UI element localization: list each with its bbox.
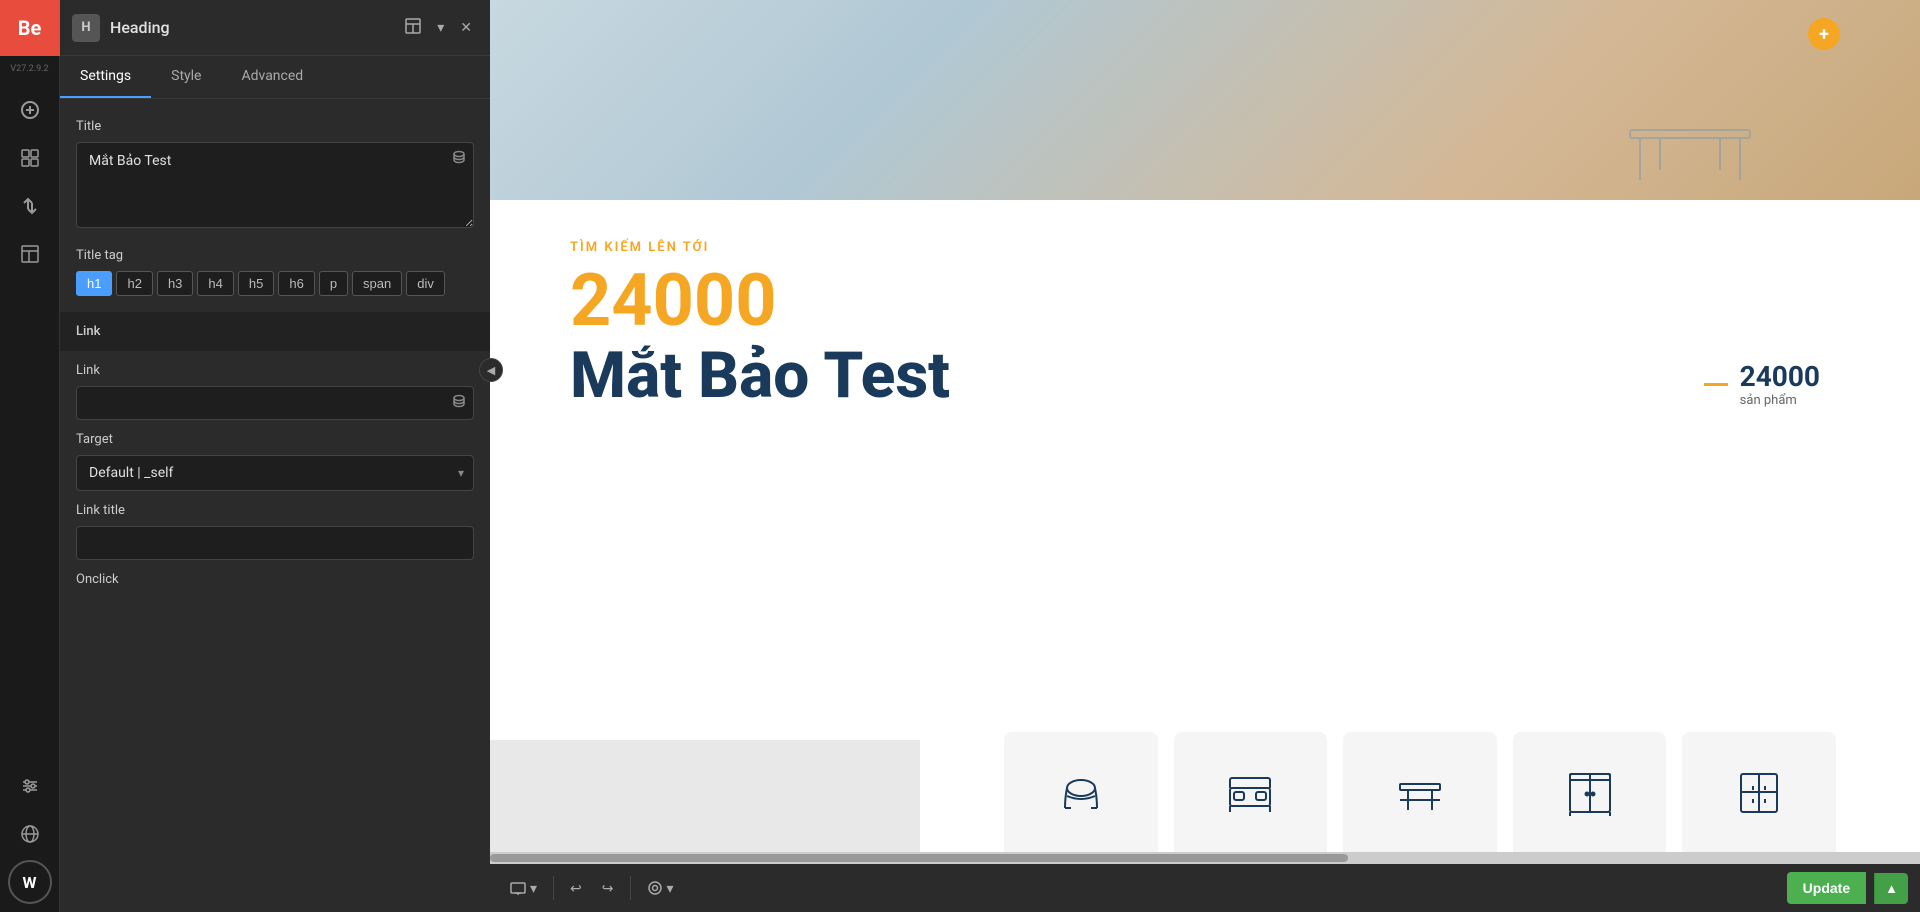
- category-wardrobe[interactable]: [1513, 732, 1667, 852]
- tag-h3-btn[interactable]: h3: [157, 271, 193, 296]
- title-tag-label: Title tag: [76, 248, 474, 263]
- tag-h6-btn[interactable]: h6: [278, 271, 314, 296]
- tag-h2-btn[interactable]: h2: [116, 271, 152, 296]
- link-input[interactable]: [76, 386, 474, 420]
- tag-div-btn[interactable]: div: [406, 271, 445, 296]
- panel-settings-content: Title Mắt Bảo Test Title tag h1 h2 h3 h4…: [60, 99, 490, 912]
- panel-element-icon: H: [72, 14, 100, 42]
- canvas-area: + TÌM KIẾM LÊN TỚI 24000 Mắt Bảo Test 24…: [490, 0, 1920, 912]
- globe-btn[interactable]: [8, 812, 52, 856]
- big-heading: Mắt Bảo Test: [570, 341, 1840, 411]
- category-chair[interactable]: [1004, 732, 1158, 852]
- link-section[interactable]: Link: [60, 312, 490, 351]
- panel-layout-btn[interactable]: [399, 14, 427, 41]
- category-table[interactable]: [1343, 732, 1497, 852]
- main-canvas: + TÌM KIẾM LÊN TỚI 24000 Mắt Bảo Test 24…: [490, 0, 1920, 912]
- device-toggle-btn[interactable]: ▾: [502, 874, 545, 903]
- add-element-btn[interactable]: [8, 88, 52, 132]
- panel-title: Heading: [110, 18, 389, 37]
- panel-close-btn[interactable]: ✕: [454, 15, 478, 40]
- tab-advanced[interactable]: Advanced: [221, 56, 323, 98]
- category-cabinet[interactable]: [1682, 732, 1836, 852]
- wp-btn[interactable]: W: [8, 860, 52, 904]
- toolbar-sep-2: [630, 876, 631, 900]
- preview-btn[interactable]: ▾: [639, 874, 682, 903]
- chair-icon: [1051, 762, 1111, 822]
- target-select-wrapper: Default | _self _blank _parent _top ▾: [76, 455, 474, 491]
- stat-number: 24000: [1740, 360, 1820, 393]
- app-sidebar: Be V27.2.9.2 W: [0, 0, 60, 912]
- stat-box: 24000 sản phẩm: [1704, 360, 1820, 408]
- update-dropdown-btn[interactable]: ▲: [1874, 873, 1908, 904]
- tab-style[interactable]: Style: [151, 56, 221, 98]
- widget-btn[interactable]: [8, 136, 52, 180]
- bottom-toolbar: ▾ ↩ ↪ ▾ Update ▲: [490, 864, 1920, 912]
- stat-text: 24000 sản phẩm: [1740, 360, 1820, 408]
- title-field-label: Title: [76, 119, 474, 134]
- category-bed[interactable]: [1174, 732, 1328, 852]
- add-section-btn[interactable]: +: [1808, 18, 1840, 50]
- title-tag-group: h1 h2 h3 h4 h5 h6 p span div: [76, 271, 474, 296]
- big-number: 24000: [570, 265, 1840, 337]
- redo-btn[interactable]: ↪: [594, 874, 622, 903]
- update-btn[interactable]: Update: [1787, 872, 1866, 904]
- tag-h1-btn[interactable]: h1: [76, 271, 112, 296]
- tag-h4-btn[interactable]: h4: [197, 271, 233, 296]
- target-select[interactable]: Default | _self _blank _parent _top: [76, 455, 474, 491]
- tag-h5-btn[interactable]: h5: [238, 271, 274, 296]
- template-btn[interactable]: [8, 232, 52, 276]
- tag-span-btn[interactable]: span: [352, 271, 402, 296]
- tag-p-btn[interactable]: p: [319, 271, 348, 296]
- bed-icon: [1220, 762, 1280, 822]
- scrollbar-thumb[interactable]: [490, 854, 1348, 862]
- hero-image: +: [490, 0, 1920, 200]
- panel-header: H Heading ▾ ✕: [60, 0, 490, 56]
- link-title-input[interactable]: [76, 526, 474, 560]
- title-db-icon-btn[interactable]: [452, 150, 466, 168]
- wardrobe-icon: [1560, 762, 1620, 822]
- panel-container: H Heading ▾ ✕ Settings Style Advanced Ti…: [60, 0, 490, 912]
- tab-settings[interactable]: Settings: [60, 56, 151, 98]
- horizontal-scrollbar[interactable]: [490, 852, 1920, 864]
- title-textarea[interactable]: Mắt Bảo Test: [76, 142, 474, 228]
- link-section-label: Link: [76, 324, 100, 339]
- device-label: ▾: [530, 880, 537, 897]
- panel-collapse-btn[interactable]: ◀: [479, 358, 503, 382]
- stat-label: sản phẩm: [1740, 393, 1820, 408]
- settings-panel: H Heading ▾ ✕ Settings Style Advanced Ti…: [60, 0, 490, 912]
- stat-line: [1704, 383, 1728, 386]
- app-version: V27.2.9.2: [10, 64, 48, 74]
- link-title-input-wrapper: [76, 526, 474, 560]
- filter-settings-btn[interactable]: [8, 764, 52, 808]
- transfer-btn[interactable]: [8, 184, 52, 228]
- toolbar-left: ▾ ↩ ↪ ▾: [502, 874, 682, 903]
- link-input-wrapper: [76, 386, 474, 420]
- link-title-field-label: Link title: [76, 503, 474, 518]
- toolbar-sep-1: [553, 876, 554, 900]
- search-label: TÌM KIẾM LÊN TỚI: [570, 240, 1840, 255]
- panel-dropdown-btn[interactable]: ▾: [431, 15, 450, 40]
- title-textarea-wrapper: Mắt Bảo Test: [76, 142, 474, 232]
- content-section: TÌM KIẾM LÊN TỚI 24000 Mắt Bảo Test 2400…: [490, 200, 1920, 740]
- target-field-label: Target: [76, 432, 474, 447]
- onclick-field-label: Onclick: [76, 572, 474, 587]
- panel-header-actions: ▾ ✕: [399, 14, 478, 41]
- app-logo[interactable]: Be: [0, 0, 60, 56]
- undo-btn[interactable]: ↩: [562, 874, 590, 903]
- table-icon: [1390, 762, 1450, 822]
- preview-arrow: ▾: [667, 880, 674, 897]
- link-db-btn[interactable]: [452, 394, 466, 412]
- cabinet-icon: [1729, 762, 1789, 822]
- panel-tabs: Settings Style Advanced: [60, 56, 490, 99]
- link-field-label: Link: [76, 363, 474, 378]
